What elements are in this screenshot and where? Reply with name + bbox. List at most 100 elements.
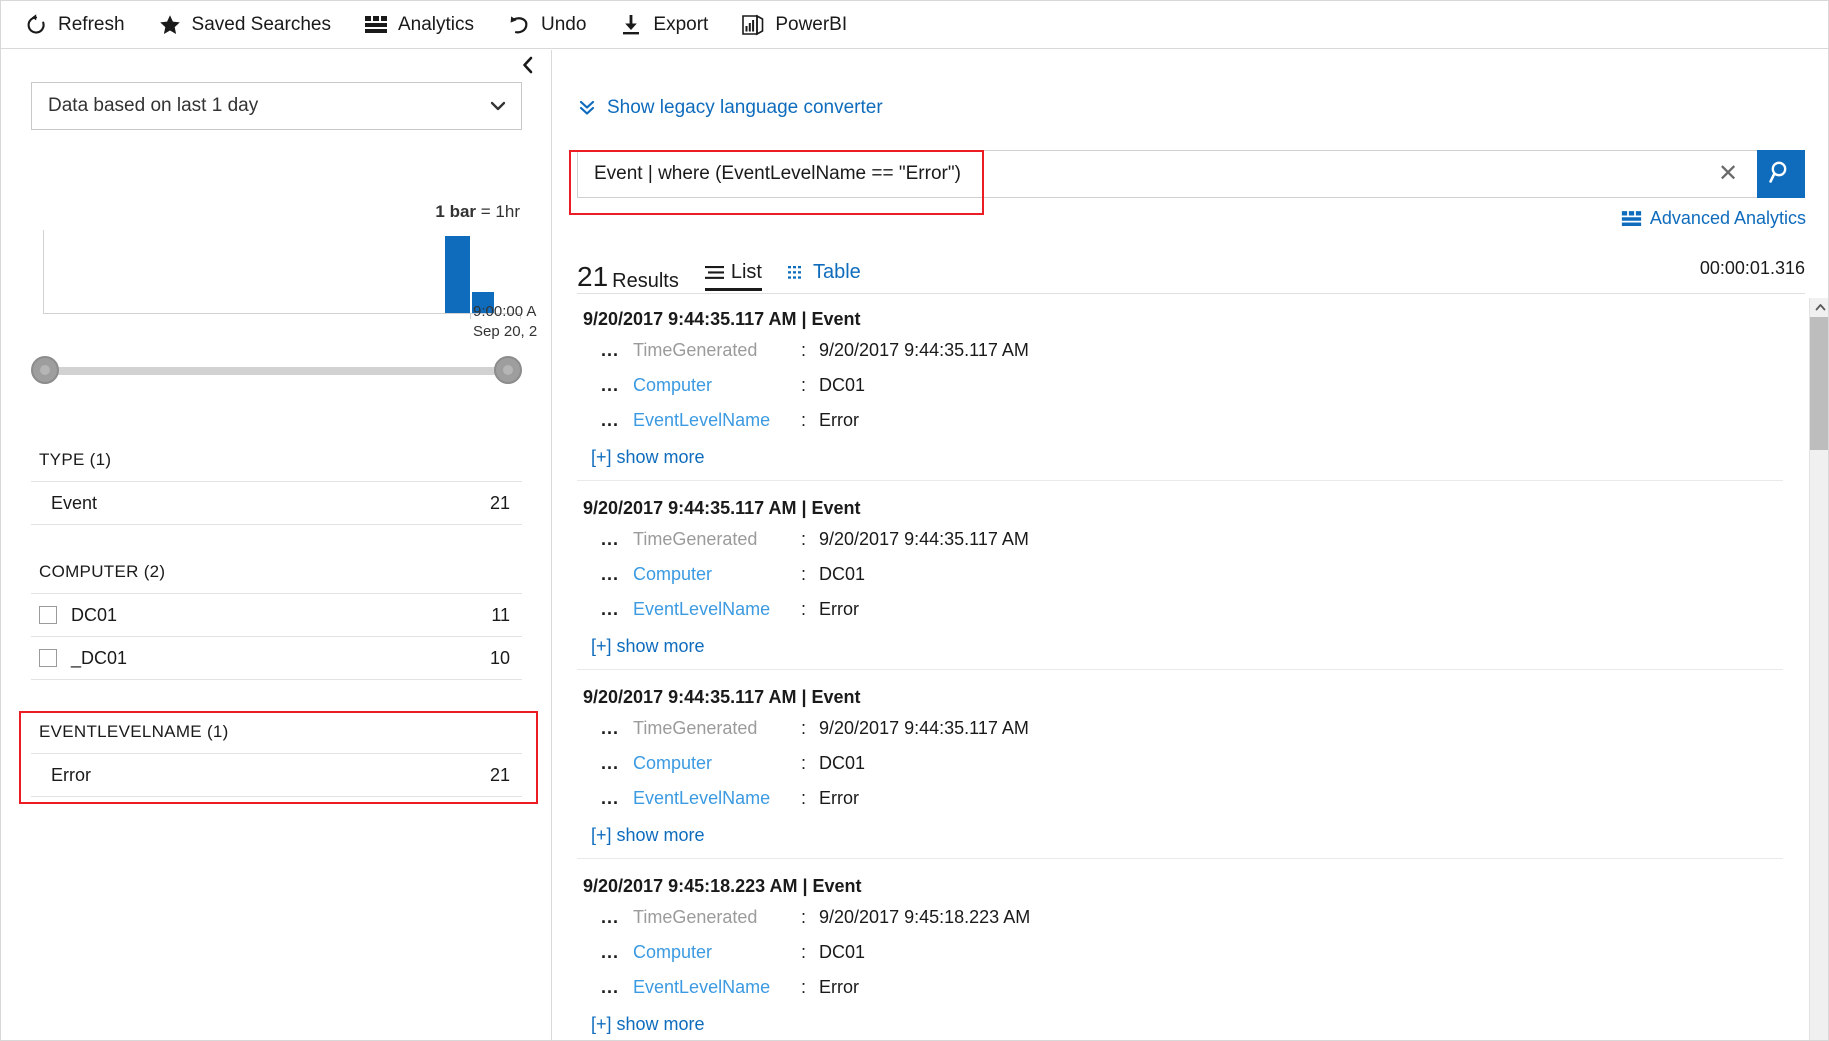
result-header: 9/20/2017 9:45:18.223 AM | Event (583, 876, 862, 896)
field-colon: : (801, 753, 807, 773)
results-list[interactable]: 9/20/2017 9:44:35.117 AM | Event... TimeG… (577, 298, 1783, 1040)
result-field-row: ... Computer: DC01 (577, 753, 1783, 774)
slider-handle-left[interactable] (31, 356, 59, 384)
toolbar-label: PowerBI (775, 14, 848, 35)
field-key[interactable]: EventLevelName (633, 788, 801, 809)
query-input-wrapper[interactable]: ✕ (577, 150, 1757, 198)
result-field-row: ... EventLevelName: Error (577, 977, 1783, 998)
result-field-row: ... EventLevelName: Error (577, 788, 1783, 809)
toolbar-label: Export (653, 14, 709, 35)
result-item[interactable]: 9/20/2017 9:45:18.223 AM | Event... TimeG… (577, 865, 1783, 1040)
advanced-analytics-link[interactable]: Advanced Analytics (1621, 208, 1806, 229)
field-value: 9/20/2017 9:44:35.117 AM (819, 718, 1029, 738)
field-ellipsis-icon[interactable]: ... (601, 942, 619, 963)
facet-group-computer: COMPUTER (2) DC01 11 _DC01 10 (31, 562, 522, 680)
field-ellipsis-icon[interactable]: ... (601, 977, 619, 998)
tab-table-label: Table (812, 261, 861, 283)
field-key[interactable]: Computer (633, 375, 801, 396)
toolbar-button-export[interactable]: Export (618, 12, 708, 38)
show-more-link[interactable]: [+] show more (577, 823, 1783, 854)
toolbar-button-saved-searches[interactable]: Saved Searches (157, 12, 331, 38)
facet-row-label: Error (51, 764, 91, 785)
tab-list-label: List (730, 261, 762, 283)
field-value: Error (819, 410, 860, 430)
field-ellipsis-icon[interactable]: ... (601, 718, 619, 739)
refresh-icon (23, 12, 49, 38)
advanced-analytics-label: Advanced Analytics (1649, 208, 1806, 228)
facet-row[interactable]: Event 21 (31, 481, 522, 525)
field-colon: : (801, 410, 807, 430)
top-toolbar: Refresh Saved Searches Analytics Undo Ex… (1, 1, 1828, 49)
toolbar-button-undo[interactable]: Undo (506, 12, 586, 38)
result-item[interactable]: 9/20/2017 9:44:35.117 AM | Event... TimeG… (577, 676, 1783, 865)
show-legacy-language-converter-link[interactable]: Show legacy language converter (577, 97, 883, 119)
bar-legend-rest: = 1hr (480, 202, 520, 221)
scroll-up-arrow-icon[interactable] (1810, 298, 1828, 317)
field-key[interactable]: EventLevelName (633, 599, 801, 620)
collapse-pane-button[interactable] (517, 56, 539, 78)
facet-checkbox[interactable] (39, 649, 57, 667)
tab-list[interactable]: List (704, 261, 763, 291)
chevron-left-icon (520, 56, 536, 79)
facet-title-text: TYPE (39, 450, 85, 469)
facet-row[interactable]: DC01 11 (31, 593, 522, 637)
facet-group-type: TYPE (1) Event 21 (31, 450, 522, 525)
facet-row-label: DC01 (71, 604, 118, 625)
show-more-link[interactable]: [+] show more (577, 445, 1783, 476)
toolbar-button-refresh[interactable]: Refresh (23, 12, 125, 38)
export-download-icon (618, 12, 644, 38)
field-key[interactable]: Computer (633, 753, 801, 774)
scrollbar-thumb[interactable] (1810, 317, 1828, 450)
search-results-pane: Show legacy language converter ✕ (553, 50, 1828, 1040)
time-range-slider[interactable] (31, 356, 522, 386)
field-colon: : (801, 340, 807, 360)
result-field-row: ... Computer: DC01 (577, 942, 1783, 963)
toolbar-button-analytics[interactable]: Analytics (363, 12, 474, 38)
field-ellipsis-icon[interactable]: ... (601, 599, 619, 620)
search-button[interactable] (1757, 150, 1805, 198)
toolbar-button-powerbi[interactable]: PowerBI (740, 12, 847, 38)
field-key[interactable]: Computer (633, 942, 801, 963)
results-count: 21 (577, 261, 609, 292)
show-more-link[interactable]: [+] show more (577, 1012, 1783, 1040)
field-ellipsis-icon[interactable]: ... (601, 375, 619, 396)
slider-handle-right[interactable] (494, 356, 522, 384)
time-range-dropdown[interactable]: Data based on last 1 day (31, 82, 522, 130)
field-ellipsis-icon[interactable]: ... (601, 529, 619, 550)
field-ellipsis-icon[interactable]: ... (601, 564, 619, 585)
facet-checkbox[interactable] (39, 606, 57, 624)
field-ellipsis-icon[interactable]: ... (601, 340, 619, 361)
field-value: DC01 (819, 375, 866, 395)
powerbi-icon (740, 12, 766, 38)
field-ellipsis-icon[interactable]: ... (601, 788, 619, 809)
results-scrollbar[interactable] (1809, 298, 1828, 1040)
chart-axis-time: 9:00:00 A (473, 302, 537, 320)
result-item[interactable]: 9/20/2017 9:44:35.117 AM | Event... TimeG… (577, 298, 1783, 487)
field-ellipsis-icon[interactable]: ... (601, 410, 619, 431)
field-colon: : (801, 942, 807, 962)
facet-row[interactable]: _DC01 10 (31, 636, 522, 680)
show-more-link[interactable]: [+] show more (577, 634, 1783, 665)
field-key[interactable]: Computer (633, 564, 801, 585)
field-ellipsis-icon[interactable]: ... (601, 753, 619, 774)
field-colon: : (801, 788, 807, 808)
result-item[interactable]: 9/20/2017 9:44:35.117 AM | Event... TimeG… (577, 487, 1783, 676)
tab-table[interactable]: Table (787, 261, 861, 291)
field-ellipsis-icon[interactable]: ... (601, 907, 619, 928)
field-colon: : (801, 529, 807, 549)
result-header: 9/20/2017 9:44:35.117 AM | Event (583, 687, 861, 707)
close-x-icon[interactable]: ✕ (1713, 159, 1743, 189)
result-field-row: ... Computer: DC01 (577, 564, 1783, 585)
time-histogram-chart[interactable]: 9:00:00 A Sep 20, 2 (43, 230, 537, 340)
facet-row[interactable]: Error 21 (31, 753, 522, 797)
field-key[interactable]: EventLevelName (633, 977, 801, 998)
legacy-link-label: Show legacy language converter (607, 97, 883, 118)
query-elapsed-time: 00:00:01.316 (1699, 258, 1805, 278)
chart-bar[interactable] (445, 236, 470, 313)
search-input[interactable] (592, 151, 1713, 197)
field-key[interactable]: EventLevelName (633, 410, 801, 431)
field-colon: : (801, 977, 807, 997)
log-analytics-search-page: Refresh Saved Searches Analytics Undo Ex… (0, 0, 1829, 1041)
facet-title-count: (1) (201, 722, 229, 741)
result-separator (577, 480, 1783, 481)
